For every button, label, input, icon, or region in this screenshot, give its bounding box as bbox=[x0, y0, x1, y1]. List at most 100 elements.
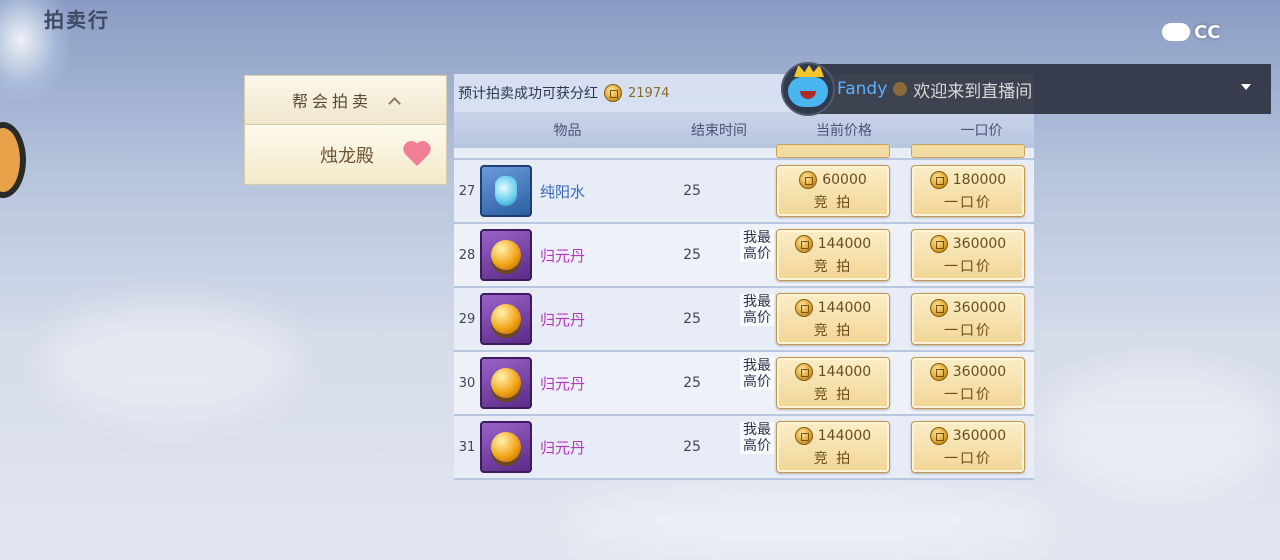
buyout-price: 180000 bbox=[952, 171, 1007, 188]
buyout-button[interactable]: 360000 一口价 bbox=[911, 229, 1025, 281]
buyout-price: 360000 bbox=[952, 235, 1007, 252]
my-highest-bid-tag: 我最高价 bbox=[740, 294, 774, 326]
end-time: 25 bbox=[683, 375, 701, 391]
row-number: 31 bbox=[458, 439, 476, 455]
row-number: 29 bbox=[458, 311, 476, 327]
coin-icon bbox=[794, 298, 813, 317]
tab-guild-auction[interactable]: 帮会拍卖 bbox=[244, 75, 447, 125]
bid-label: 竞 拍 bbox=[813, 194, 853, 211]
chevron-up-icon bbox=[388, 96, 401, 110]
column-item: 物品 bbox=[553, 123, 582, 139]
auction-list[interactable]: 27 纯阳水 25 60000 竞 拍 180000 一口价 28 归元丹 25… bbox=[454, 144, 1034, 480]
heart-icon bbox=[402, 142, 432, 168]
bid-button-partial[interactable] bbox=[776, 144, 890, 158]
bid-price: 144000 bbox=[817, 299, 872, 316]
chevron-down-icon[interactable] bbox=[1241, 84, 1251, 90]
row-number: 30 bbox=[458, 375, 476, 391]
buyout-button[interactable]: 360000 一口价 bbox=[911, 421, 1025, 473]
buyout-button[interactable]: 360000 一口价 bbox=[911, 357, 1025, 409]
bid-price: 60000 bbox=[822, 171, 867, 188]
orb-icon[interactable] bbox=[480, 293, 532, 345]
buyout-price: 360000 bbox=[952, 299, 1007, 316]
bonus-label: 预计拍卖成功可获分红 bbox=[458, 86, 598, 102]
orb-icon[interactable] bbox=[480, 357, 532, 409]
column-header: 物品 结束时间 当前价格 一口价 bbox=[454, 112, 1034, 148]
coin-icon bbox=[929, 426, 948, 445]
cloud-icon bbox=[1162, 23, 1190, 41]
bid-price: 144000 bbox=[817, 235, 872, 252]
bid-button[interactable]: 60000 竞 拍 bbox=[776, 165, 890, 217]
stream-welcome-banner[interactable]: Fandy 欢迎来到直播间 bbox=[781, 62, 1271, 116]
table-row-partial bbox=[454, 144, 1034, 160]
item-name[interactable]: 纯阳水 bbox=[532, 181, 672, 202]
bid-label: 竞 拍 bbox=[813, 258, 853, 275]
end-time: 25 bbox=[683, 439, 701, 455]
coin-icon bbox=[799, 170, 818, 189]
item-name[interactable]: 归元丹 bbox=[532, 309, 672, 330]
buyout-label: 一口价 bbox=[944, 258, 992, 275]
auction-panel: 预计拍卖成功可获分红 21974 物品 结束时间 当前价格 一口价 27 纯阳水… bbox=[454, 74, 1034, 482]
bid-button[interactable]: 144000 竞 拍 bbox=[776, 421, 890, 473]
table-row[interactable]: 28 归元丹 25 我最高价 144000 竞 拍 360000 一口价 bbox=[454, 224, 1034, 288]
coin-icon bbox=[794, 234, 813, 253]
table-row[interactable]: 30 归元丹 25 我最高价 144000 竞 拍 360000 一口价 bbox=[454, 352, 1034, 416]
bid-price: 144000 bbox=[817, 363, 872, 380]
my-highest-bid-tag: 我最高价 bbox=[740, 422, 774, 454]
buyout-label: 一口价 bbox=[944, 322, 992, 339]
tab-zhulong-hall-label: 烛龙殿 bbox=[320, 145, 374, 167]
buyout-button[interactable]: 180000 一口价 bbox=[911, 165, 1025, 217]
buyout-button[interactable]: 360000 一口价 bbox=[911, 293, 1025, 345]
bid-label: 竞 拍 bbox=[813, 386, 853, 403]
coin-icon bbox=[929, 362, 948, 381]
row-number: 27 bbox=[458, 183, 476, 199]
bid-label: 竞 拍 bbox=[813, 322, 853, 339]
stream-username: Fandy bbox=[837, 79, 888, 99]
column-current-price: 当前价格 bbox=[816, 123, 872, 139]
bid-button[interactable]: 144000 竞 拍 bbox=[776, 229, 890, 281]
avatar[interactable] bbox=[781, 62, 835, 116]
buyout-label: 一口价 bbox=[944, 450, 992, 467]
coin-icon bbox=[929, 234, 948, 253]
end-time: 25 bbox=[683, 183, 701, 199]
buyout-label: 一口价 bbox=[944, 194, 992, 211]
coin-icon bbox=[794, 426, 813, 445]
row-number: 28 bbox=[458, 247, 476, 263]
item-name[interactable]: 归元丹 bbox=[532, 245, 672, 266]
coin-icon bbox=[794, 362, 813, 381]
cc-logo: CC bbox=[1162, 12, 1258, 52]
bid-button[interactable]: 144000 竞 拍 bbox=[776, 357, 890, 409]
coin-icon bbox=[929, 298, 948, 317]
buyout-price: 360000 bbox=[952, 427, 1007, 444]
table-row[interactable]: 27 纯阳水 25 60000 竞 拍 180000 一口价 bbox=[454, 160, 1034, 224]
orb-icon[interactable] bbox=[480, 421, 532, 473]
column-end-time: 结束时间 bbox=[691, 123, 747, 139]
potion-icon[interactable] bbox=[480, 165, 532, 217]
buyout-button-partial[interactable] bbox=[911, 144, 1025, 158]
category-tabs: 帮会拍卖 烛龙殿 bbox=[244, 75, 447, 185]
bonus-amount: 21974 bbox=[628, 85, 670, 101]
orb-icon[interactable] bbox=[480, 229, 532, 281]
bid-price: 144000 bbox=[817, 427, 872, 444]
window-title: 拍卖行 bbox=[44, 7, 110, 32]
emoji-icon bbox=[893, 82, 908, 96]
item-name[interactable]: 归元丹 bbox=[532, 373, 672, 394]
coin-icon bbox=[929, 170, 948, 189]
coin-icon bbox=[604, 84, 622, 102]
tab-guild-auction-label: 帮会拍卖 bbox=[291, 92, 372, 111]
end-time: 25 bbox=[683, 247, 701, 263]
my-highest-bid-tag: 我最高价 bbox=[740, 230, 774, 262]
my-highest-bid-tag: 我最高价 bbox=[740, 358, 774, 390]
table-row[interactable]: 29 归元丹 25 我最高价 144000 竞 拍 360000 一口价 bbox=[454, 288, 1034, 352]
bid-button[interactable]: 144000 竞 拍 bbox=[776, 293, 890, 345]
logo-text: CC bbox=[1194, 21, 1221, 43]
end-time: 25 bbox=[683, 311, 701, 327]
buyout-label: 一口价 bbox=[944, 386, 992, 403]
bid-label: 竞 拍 bbox=[813, 450, 853, 467]
column-buyout: 一口价 bbox=[960, 123, 1003, 139]
tab-zhulong-hall[interactable]: 烛龙殿 bbox=[244, 125, 447, 185]
item-name[interactable]: 归元丹 bbox=[532, 437, 672, 458]
side-ring-button[interactable] bbox=[0, 122, 26, 198]
table-row[interactable]: 31 归元丹 25 我最高价 144000 竞 拍 360000 一口价 bbox=[454, 416, 1034, 480]
stream-welcome-text: 欢迎来到直播间 bbox=[913, 81, 1033, 102]
buyout-price: 360000 bbox=[952, 363, 1007, 380]
